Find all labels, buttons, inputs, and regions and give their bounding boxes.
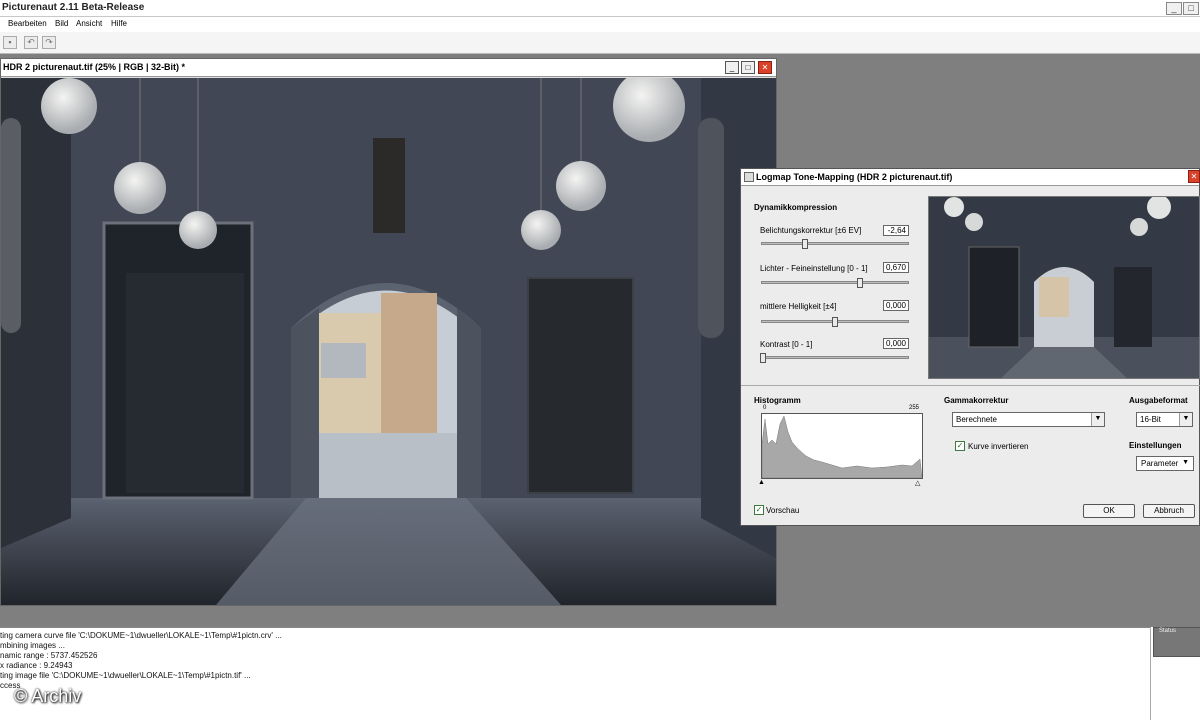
exposure-label: Belichtungskorrektur [±6 EV] (760, 226, 862, 235)
menu-ansicht[interactable]: Ansicht (76, 19, 102, 28)
log-panel: ting camera curve file 'C:\DOKUME~1\dwue… (0, 627, 1150, 720)
settings-dropdown-value: Parameter (1141, 459, 1179, 468)
midtone-value-field[interactable]: 0,000 (883, 300, 909, 311)
histogram-black-point-marker[interactable]: ▲ (758, 479, 765, 486)
output-format-value: 16-Bit (1140, 415, 1161, 424)
exposure-slider-thumb[interactable] (802, 239, 808, 249)
church-interior-image (1, 78, 776, 605)
contrast-label: Kontrast [0 - 1] (760, 340, 813, 349)
histogram-white-point-marker[interactable]: △ (915, 479, 920, 487)
image-maximize-button[interactable]: □ (741, 61, 755, 74)
gamma-select[interactable]: Berechnete ▼ (952, 412, 1105, 427)
menu-bild[interactable]: Bild (55, 19, 68, 28)
highlights-label: Lichter - Feineinstellung [0 - 1] (760, 264, 868, 273)
chevron-down-icon: ▼ (1091, 413, 1104, 426)
hdr-image-canvas[interactable] (1, 78, 776, 605)
image-window: HDR 2 picturenaut.tif (25% | RGB | 32-Bi… (0, 58, 777, 606)
preview-checkbox[interactable]: ✓ (754, 505, 764, 515)
preview-label: Vorschau (766, 506, 800, 515)
dialog-app-icon (744, 172, 754, 182)
invert-curve-label: Kurve invertieren (968, 442, 1029, 451)
exposure-value-field[interactable]: -2,64 (883, 225, 909, 236)
histogram-graph (761, 413, 923, 479)
midtone-slider-thumb[interactable] (832, 317, 838, 327)
dialog-separator (741, 385, 1200, 386)
log-line: x radiance : 9.24943 (0, 661, 73, 670)
output-format-select[interactable]: 16-Bit ▼ (1136, 412, 1193, 427)
contrast-slider-thumb[interactable] (760, 353, 766, 363)
histogram-label: Histogramm (754, 396, 801, 405)
midtone-label: mittlere Helligkeit [±4] (760, 302, 837, 311)
status-box: Status (1153, 627, 1200, 657)
contrast-slider-track[interactable] (761, 356, 909, 359)
app-title: Picturenaut 2.11 Beta-Release (2, 2, 145, 13)
output-format-label: Ausgabeformat (1129, 396, 1188, 405)
status-panel: Status (1150, 627, 1200, 720)
log-line: ting camera curve file 'C:\DOKUME~1\dwue… (0, 631, 282, 640)
save-icon[interactable]: ▪ (3, 36, 17, 49)
log-line: namic range : 5737.452526 (0, 651, 98, 660)
image-window-titlebar[interactable]: HDR 2 picturenaut.tif (25% | RGB | 32-Bi… (1, 59, 776, 77)
highlights-slider-track[interactable] (761, 281, 909, 284)
toolbar: ▪ ↶ ↷ (0, 32, 1200, 54)
highlights-value-field[interactable]: 0,670 (883, 262, 909, 273)
exposure-slider-track[interactable] (761, 242, 909, 245)
log-line: ting image file 'C:\DOKUME~1\dwueller\LO… (0, 671, 251, 680)
menu-bar: Bearbeiten Bild Ansicht Hilfe (0, 17, 1200, 32)
settings-dropdown-button[interactable]: Parameter ▼ (1136, 456, 1194, 471)
undo-icon[interactable]: ↶ (24, 36, 38, 49)
app-title-bar: Picturenaut 2.11 Beta-Release _ □ (0, 0, 1200, 17)
menu-hilfe[interactable]: Hilfe (111, 19, 127, 28)
watermark: © Archiv (14, 686, 82, 706)
redo-icon[interactable]: ↷ (42, 36, 56, 49)
image-minimize-button[interactable]: _ (725, 61, 739, 74)
app-minimize-button[interactable]: _ (1166, 2, 1182, 15)
gamma-select-value: Berechnete (956, 415, 997, 424)
gamma-label: Gammakorrektur (944, 396, 1009, 405)
image-window-title: HDR 2 picturenaut.tif (25% | RGB | 32-Bi… (3, 62, 186, 72)
app-maximize-button[interactable]: □ (1183, 2, 1199, 15)
ok-button[interactable]: OK (1083, 504, 1135, 518)
dialog-title: Logmap Tone-Mapping (HDR 2 picturenaut.t… (756, 172, 953, 182)
chevron-down-icon: ▼ (1179, 413, 1192, 426)
status-label: Status (1159, 628, 1177, 634)
highlights-slider-thumb[interactable] (857, 278, 863, 288)
menu-bearbeiten[interactable]: Bearbeiten (8, 19, 47, 28)
tone-mapping-dialog: Logmap Tone-Mapping (HDR 2 picturenaut.t… (740, 168, 1200, 526)
dialog-close-button[interactable]: ✕ (1188, 170, 1200, 183)
contrast-value-field[interactable]: 0,000 (883, 338, 909, 349)
log-line: mbining images ... (0, 641, 65, 650)
cancel-button[interactable]: Abbruch (1143, 504, 1195, 518)
histogram-min-label: 0 (763, 405, 767, 411)
dialog-titlebar[interactable]: Logmap Tone-Mapping (HDR 2 picturenaut.t… (741, 169, 1199, 186)
dynamics-section-label: Dynamikkompression (754, 203, 838, 212)
settings-label: Einstellungen (1129, 441, 1182, 450)
caret-down-icon: ▼ (1182, 459, 1189, 466)
tonemap-preview-image (928, 196, 1200, 379)
invert-curve-checkbox[interactable]: ✓ (955, 441, 965, 451)
image-close-button[interactable]: ✕ (758, 61, 772, 74)
histogram-max-label: 255 (909, 405, 920, 411)
